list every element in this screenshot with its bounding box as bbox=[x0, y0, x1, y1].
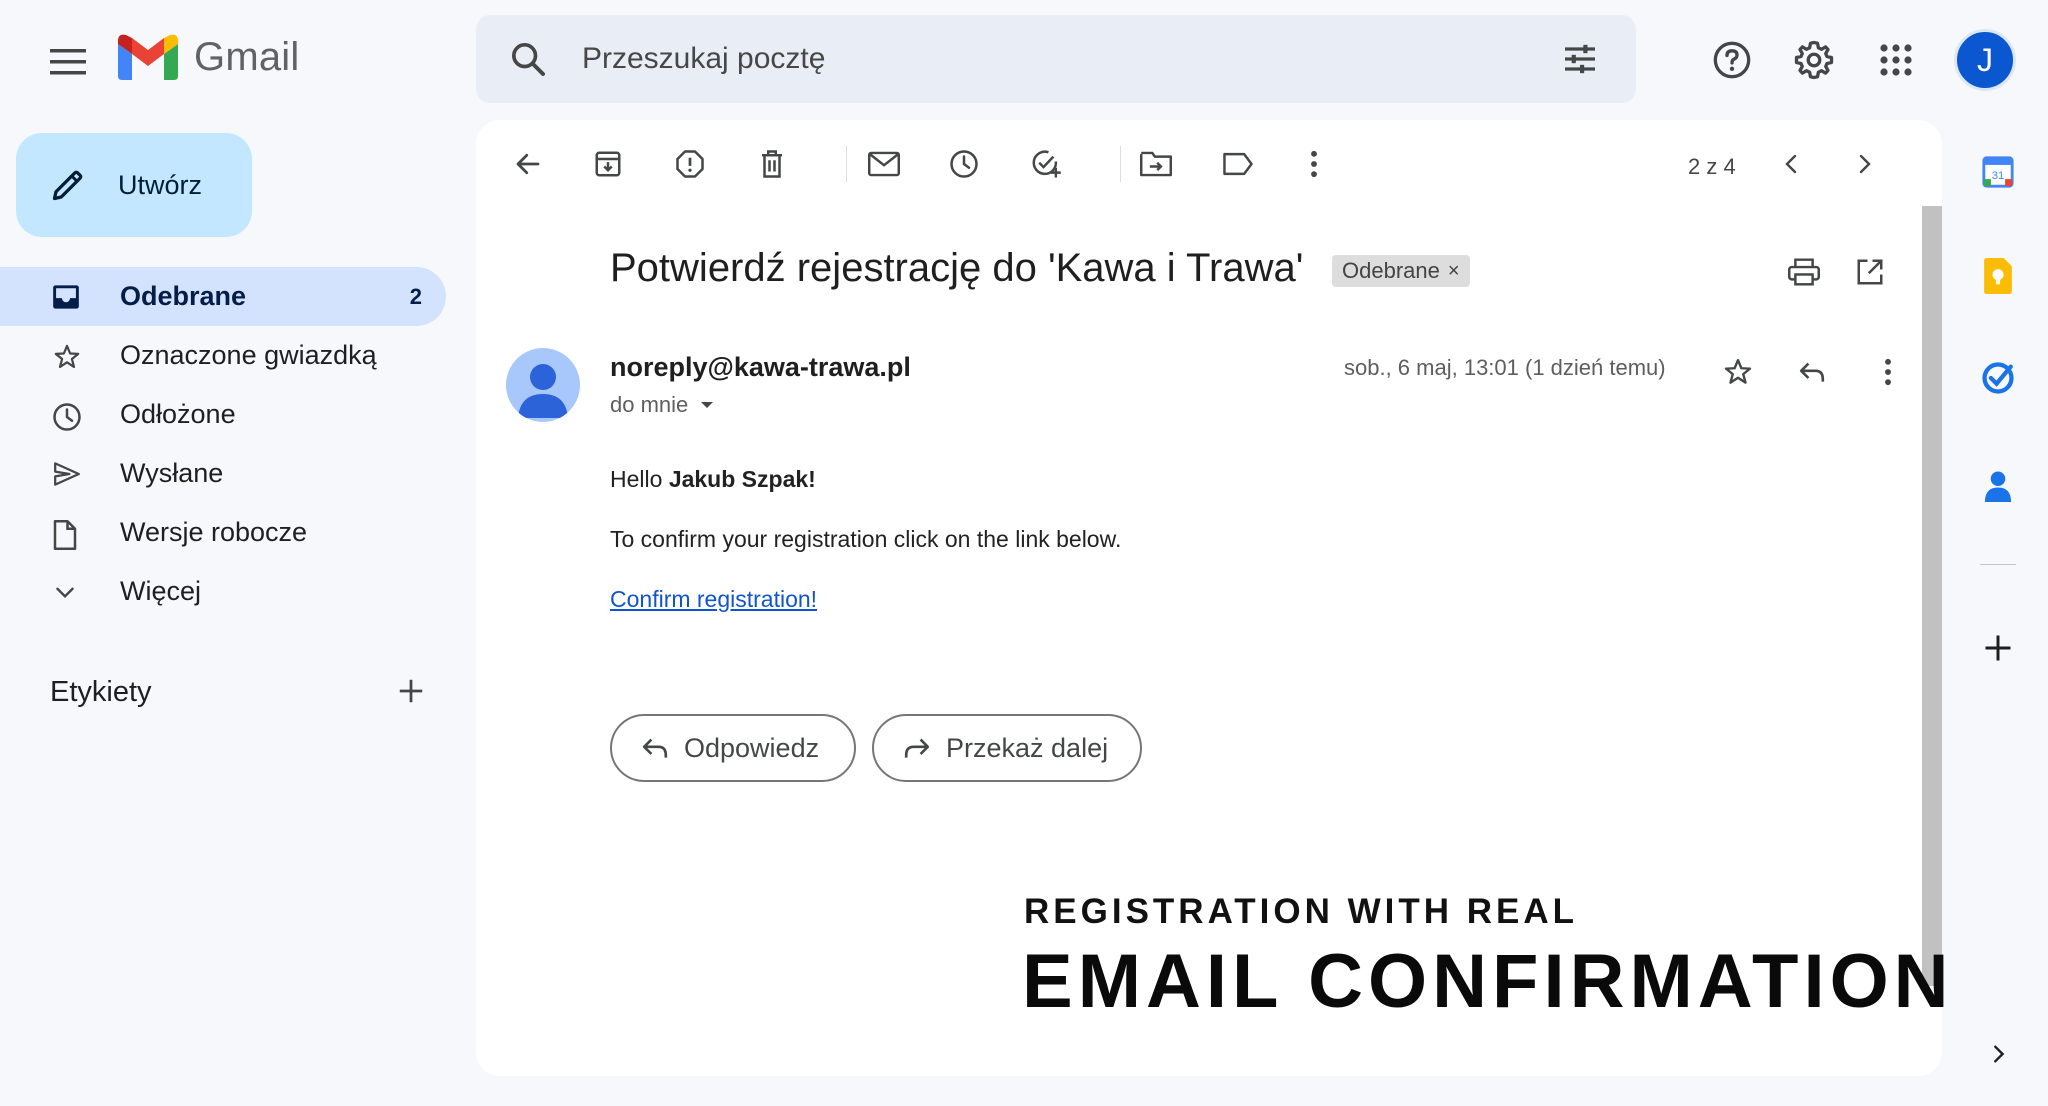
account-avatar[interactable]: J bbox=[1954, 29, 2016, 91]
open-new-window-icon[interactable] bbox=[1848, 250, 1892, 294]
label-chip-inbox[interactable]: Odebrane × bbox=[1332, 255, 1470, 287]
tune-icon[interactable] bbox=[1560, 39, 1600, 79]
archive-icon[interactable] bbox=[586, 142, 630, 186]
confirm-registration-link[interactable]: Confirm registration! bbox=[610, 586, 817, 613]
pencil-icon bbox=[52, 170, 83, 201]
sender-email[interactable]: noreply@kawa-trawa.pl bbox=[610, 352, 911, 383]
keep-icon[interactable] bbox=[1966, 244, 2030, 308]
reply-icon bbox=[642, 738, 668, 758]
draft-icon bbox=[53, 520, 77, 550]
top-bar: Gmail Przeszukaj pocztę J bbox=[0, 0, 2048, 118]
search-bar[interactable]: Przeszukaj pocztę bbox=[476, 15, 1636, 103]
greeting-prefix: Hello bbox=[610, 466, 669, 492]
reply-icon[interactable] bbox=[1790, 350, 1834, 394]
reply-button-label: Odpowiedz bbox=[684, 732, 820, 763]
chevron-right-icon[interactable] bbox=[1966, 1022, 2030, 1086]
search-icon[interactable] bbox=[508, 39, 548, 79]
message-date: sob., 6 maj, 13:01 (1 dzień temu) bbox=[1344, 355, 1666, 380]
gear-icon[interactable] bbox=[1788, 34, 1840, 86]
scrollbar-thumb[interactable] bbox=[1922, 206, 1942, 986]
clock-icon bbox=[53, 403, 81, 431]
calendar-day: 31 bbox=[1992, 170, 2005, 182]
gmail-logo[interactable]: Gmail bbox=[118, 34, 299, 80]
sidebar-item-label: Wysłane bbox=[120, 458, 224, 488]
sender-avatar[interactable] bbox=[506, 348, 580, 422]
contacts-icon[interactable] bbox=[1966, 454, 2030, 518]
compose-label: Utwórz bbox=[118, 169, 203, 200]
toolbar-divider bbox=[846, 146, 847, 182]
calendar-icon[interactable]: 31 bbox=[1966, 140, 2030, 204]
forward-icon bbox=[904, 738, 930, 758]
send-icon bbox=[54, 462, 80, 486]
report-spam-icon[interactable] bbox=[668, 142, 712, 186]
hamburger-menu-icon[interactable] bbox=[42, 36, 94, 88]
compose-button[interactable]: Utwórz bbox=[16, 133, 252, 237]
inbox-icon bbox=[53, 285, 79, 309]
star-icon[interactable] bbox=[1716, 350, 1760, 394]
sidebar-item-inbox[interactable]: Odebrane 2 bbox=[0, 267, 446, 326]
sidebar-item-label: Oznaczone gwiazdką bbox=[120, 340, 377, 370]
delete-icon[interactable] bbox=[750, 142, 794, 186]
newer-chevron-left-icon[interactable] bbox=[1770, 142, 1814, 186]
body-line: To confirm your registration click on th… bbox=[610, 526, 1122, 552]
label-icon[interactable] bbox=[1216, 142, 1260, 186]
older-chevron-right-icon[interactable] bbox=[1842, 142, 1886, 186]
forward-button-label: Przekaż dalej bbox=[946, 732, 1109, 763]
back-arrow-icon[interactable] bbox=[506, 142, 550, 186]
snooze-icon[interactable] bbox=[942, 142, 986, 186]
recipient-details[interactable]: do mnie bbox=[610, 392, 714, 418]
labels-heading: Etykiety bbox=[50, 676, 152, 708]
add-icon[interactable] bbox=[1966, 616, 2030, 680]
remove-label-icon[interactable]: × bbox=[1448, 260, 1460, 283]
forward-button[interactable]: Przekaż dalej bbox=[872, 714, 1142, 782]
message-more-icon[interactable] bbox=[1866, 350, 1910, 394]
move-to-icon[interactable] bbox=[1134, 142, 1178, 186]
reply-button[interactable]: Odpowiedz bbox=[610, 714, 856, 782]
caret-down-icon bbox=[701, 402, 714, 408]
more-vert-icon[interactable] bbox=[1292, 142, 1336, 186]
sidebar-item-label: Więcej bbox=[120, 576, 202, 606]
greeting-line: Hello Jakub Szpak! bbox=[610, 466, 816, 493]
sidebar-item-label: Odłożone bbox=[120, 399, 236, 429]
print-icon[interactable] bbox=[1782, 250, 1826, 294]
rail-divider bbox=[1980, 564, 2016, 565]
sidebar-item-sent[interactable]: Wysłane bbox=[0, 444, 446, 503]
overlay-caption-line1: REGISTRATION WITH REAL bbox=[1024, 892, 1578, 931]
add-label-icon[interactable] bbox=[396, 676, 426, 706]
greeting-name: Jakub Szpak! bbox=[668, 466, 816, 492]
unread-count-badge: 2 bbox=[409, 283, 422, 309]
message-panel: 2 z 4 Potwierdź rejestrację do 'Kawa i T… bbox=[476, 120, 1942, 1076]
sidebar-item-starred[interactable]: Oznaczone gwiazdką bbox=[0, 326, 446, 385]
sidebar-item-label: Wersje robocze bbox=[120, 517, 308, 547]
gmail-m-icon bbox=[118, 34, 178, 80]
sidebar-item-label: Odebrane bbox=[120, 281, 247, 311]
sidebar-item-drafts[interactable]: Wersje robocze bbox=[0, 503, 446, 562]
star-icon bbox=[54, 344, 80, 369]
sidebar-item-snoozed[interactable]: Odłożone bbox=[0, 385, 446, 444]
search-input[interactable]: Przeszukaj pocztę bbox=[582, 42, 825, 76]
sidebar-nav: Odebrane 2 Oznaczone gwiazdką Odłożone W… bbox=[0, 267, 446, 621]
help-icon[interactable] bbox=[1706, 34, 1758, 86]
toolbar-divider bbox=[1120, 146, 1121, 182]
gmail-wordmark: Gmail bbox=[194, 34, 300, 79]
sidebar-item-more[interactable]: Więcej bbox=[0, 562, 446, 621]
overlay-caption-line2: EMAIL CONFIRMATION bbox=[1022, 939, 1954, 1024]
recipient-text: do mnie bbox=[610, 392, 689, 417]
tasks-icon[interactable] bbox=[1966, 346, 2030, 410]
label-chip-text: Odebrane bbox=[1342, 258, 1440, 283]
add-task-icon[interactable] bbox=[1024, 142, 1068, 186]
mark-unread-icon[interactable] bbox=[862, 142, 906, 186]
pager-text: 2 z 4 bbox=[1688, 154, 1736, 179]
chevron-down-icon bbox=[56, 587, 74, 599]
apps-grid-icon[interactable] bbox=[1870, 34, 1922, 86]
message-subject: Potwierdź rejestrację do 'Kawa i Trawa' bbox=[610, 246, 1304, 290]
